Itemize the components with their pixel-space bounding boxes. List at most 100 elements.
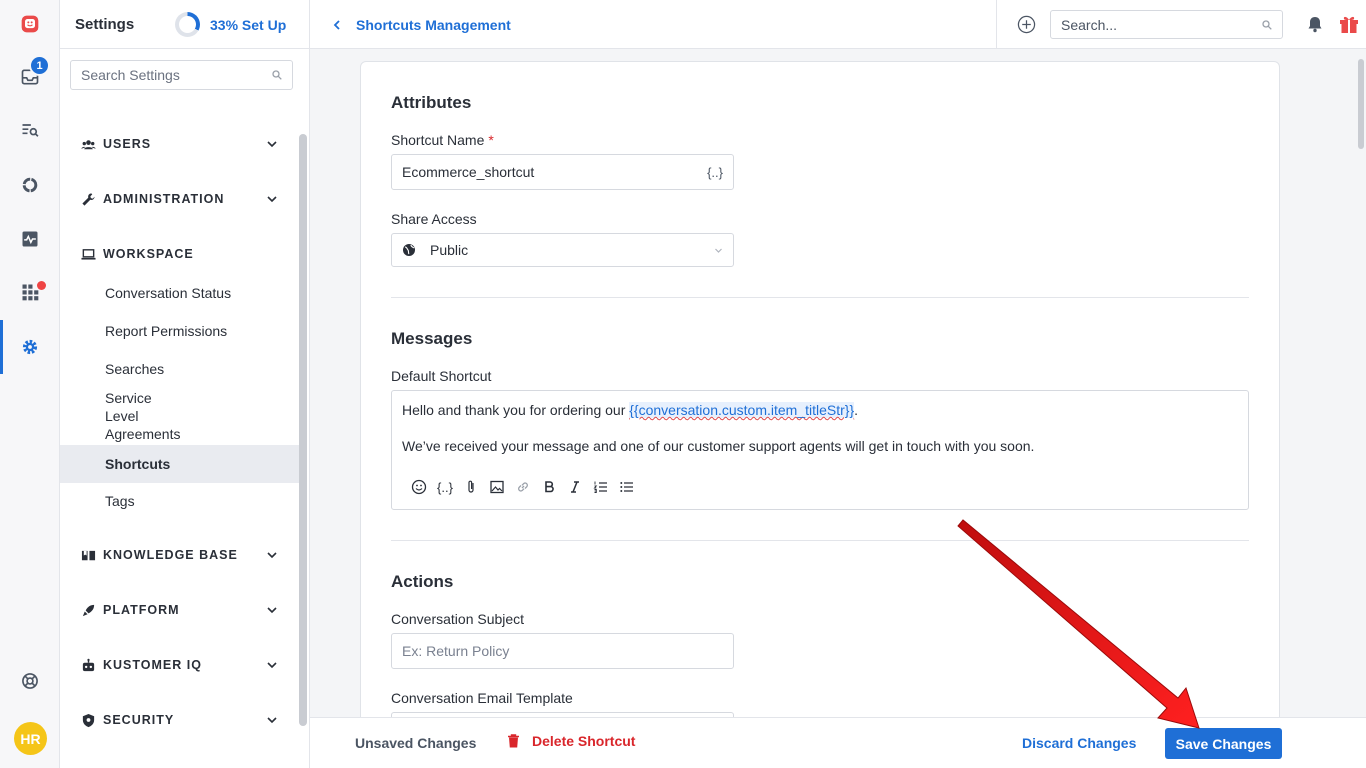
book-icon: [80, 547, 96, 563]
message-line-1-prefix: Hello and thank you for ordering our: [402, 402, 630, 418]
message-line-1-suffix: .: [854, 402, 859, 418]
chevron-down-icon: [267, 607, 277, 614]
sidebar-section-label: KUSTOMER IQ: [103, 658, 202, 672]
sidebar-item-shortcuts[interactable]: Shortcuts: [60, 445, 299, 483]
shortcut-name-label-text: Shortcut Name: [391, 132, 485, 148]
sidebar-item-service-level-agreements[interactable]: Service Level Agreements: [60, 390, 299, 442]
sidebar-section-administration[interactable]: ADMINISTRATION: [60, 181, 299, 217]
sidebar-section-users[interactable]: USERS: [60, 126, 299, 162]
setup-progress[interactable]: 33% Set Up: [175, 12, 286, 37]
bullet-list-icon[interactable]: [614, 478, 640, 496]
chevron-down-icon: [267, 717, 277, 724]
rocket-icon: [80, 602, 96, 618]
sidebar-scrollbar[interactable]: [299, 134, 307, 726]
shortcut-name-value: Ecommerce_shortcut: [402, 164, 535, 180]
settings-search-input[interactable]: Search Settings: [70, 60, 293, 90]
sidebar-section-knowledge-base[interactable]: KNOWLEDGE BASE: [60, 537, 299, 573]
numbered-list-icon[interactable]: [588, 478, 614, 496]
breadcrumb-label: Shortcuts Management: [356, 16, 511, 33]
sidebar-section-platform[interactable]: PLATFORM: [60, 592, 299, 628]
required-mark: *: [488, 132, 494, 148]
shortcut-form-card: Attributes Shortcut Name * Ecommerce_shor…: [360, 61, 1280, 717]
messages-heading: Messages: [391, 329, 473, 348]
sidebar-item-report-permissions[interactable]: Report Permissions: [60, 321, 299, 341]
conversation-subject-field[interactable]: Ex: Return Policy: [391, 633, 734, 669]
save-changes-button[interactable]: Save Changes: [1165, 728, 1282, 759]
reporting-icon[interactable]: [0, 165, 60, 205]
actions-heading: Actions: [391, 572, 454, 591]
conversation-subject-placeholder: Ex: Return Policy: [402, 643, 510, 659]
message-variable-token[interactable]: {{conversation.custom.item_titleStr}}: [629, 402, 855, 418]
sidebar-section-label: USERS: [103, 137, 152, 151]
delete-shortcut-button[interactable]: Delete Shortcut: [507, 733, 635, 749]
global-search-placeholder: Search...: [1061, 16, 1118, 33]
apps-grid-icon[interactable]: [0, 272, 60, 312]
setup-progress-ring: [175, 12, 200, 37]
avatar[interactable]: HR: [14, 722, 47, 755]
sidebar-item-searches[interactable]: Searches: [60, 359, 299, 379]
sidebar-section-label: WORKSPACE: [103, 247, 194, 261]
add-circle-icon[interactable]: [1017, 15, 1036, 34]
sidebar-item-conversation-status[interactable]: Conversation Status: [60, 283, 299, 303]
chevron-down-icon: [267, 552, 277, 559]
conversation-subject-label: Conversation Subject: [391, 611, 525, 627]
section-divider: [391, 297, 1249, 298]
setup-progress-label: 33% Set Up: [210, 16, 287, 33]
help-icon[interactable]: [0, 661, 60, 701]
search-icon: [272, 70, 282, 80]
search-list-icon[interactable]: [0, 110, 60, 150]
activity-icon[interactable]: [0, 219, 60, 259]
sidebar-title: Settings: [75, 15, 135, 33]
sidebar-item-tags[interactable]: Tags: [60, 491, 299, 511]
message-line-1: Hello and thank you for ordering our {{c…: [402, 402, 1238, 418]
chevron-down-icon: [267, 196, 277, 203]
conversation-email-template-label: Conversation Email Template: [391, 690, 573, 706]
shortcut-name-label: Shortcut Name *: [391, 132, 494, 148]
kustomer-logo-icon[interactable]: [0, 4, 60, 44]
sidebar-section-label: KNOWLEDGE BASE: [103, 548, 238, 562]
bold-icon[interactable]: [536, 478, 562, 496]
sidebar-section-security[interactable]: SECURITY: [60, 702, 299, 738]
chevron-left-icon: [333, 19, 340, 30]
global-search-input[interactable]: Search...: [1050, 10, 1283, 39]
search-icon: [1262, 19, 1272, 30]
link-icon[interactable]: [510, 478, 536, 496]
users-icon: [80, 136, 96, 152]
sidebar-section-label: ADMINISTRATION: [103, 192, 225, 206]
delete-shortcut-label: Delete Shortcut: [532, 733, 636, 749]
share-access-value: Public: [430, 242, 469, 258]
unsaved-changes-label: Unsaved Changes: [355, 735, 477, 751]
main-content: Attributes Shortcut Name * Ecommerce_shor…: [310, 49, 1366, 717]
apps-notification-dot: [37, 281, 46, 290]
insert-variable-tool[interactable]: {..}: [432, 478, 458, 496]
robot-icon: [80, 657, 96, 673]
image-icon[interactable]: [484, 478, 510, 496]
section-divider: [391, 540, 1249, 541]
settings-gear-icon[interactable]: [0, 327, 60, 367]
message-editor[interactable]: Hello and thank you for ordering our {{c…: [391, 390, 1249, 510]
sidebar-section-kustomer-iq[interactable]: KUSTOMER IQ: [60, 647, 299, 683]
trash-icon: [508, 734, 519, 748]
top-bar: Shortcuts Management Search...: [310, 0, 1366, 49]
sidebar-section-label: PLATFORM: [103, 603, 180, 617]
chevron-down-icon: [267, 141, 277, 148]
main-scrollbar-thumb[interactable]: [1358, 59, 1364, 149]
settings-search-placeholder: Search Settings: [81, 67, 180, 83]
sidebar-section-label: SECURITY: [103, 713, 175, 727]
shortcut-name-field[interactable]: Ecommerce_shortcut {..}: [391, 154, 734, 190]
bell-icon[interactable]: [1306, 15, 1324, 33]
insert-variable-button[interactable]: {..}: [707, 165, 723, 180]
sidebar-section-workspace[interactable]: WORKSPACE: [60, 236, 299, 272]
default-shortcut-label: Default Shortcut: [391, 368, 492, 384]
italic-icon[interactable]: [562, 478, 588, 496]
attachment-icon[interactable]: [458, 478, 484, 496]
inbox-count-badge: 1: [29, 55, 50, 76]
main-scrollbar[interactable]: [1356, 49, 1366, 717]
emoji-icon[interactable]: [406, 478, 432, 496]
discard-changes-button[interactable]: Discard Changes: [1022, 735, 1136, 751]
share-access-select[interactable]: Public: [391, 233, 734, 267]
gift-icon[interactable]: [1338, 13, 1360, 35]
breadcrumb[interactable]: Shortcuts Management: [332, 0, 511, 49]
editor-toolbar: {..}: [406, 478, 640, 496]
bottom-action-bar: Unsaved Changes Delete Shortcut Discard …: [310, 717, 1366, 768]
